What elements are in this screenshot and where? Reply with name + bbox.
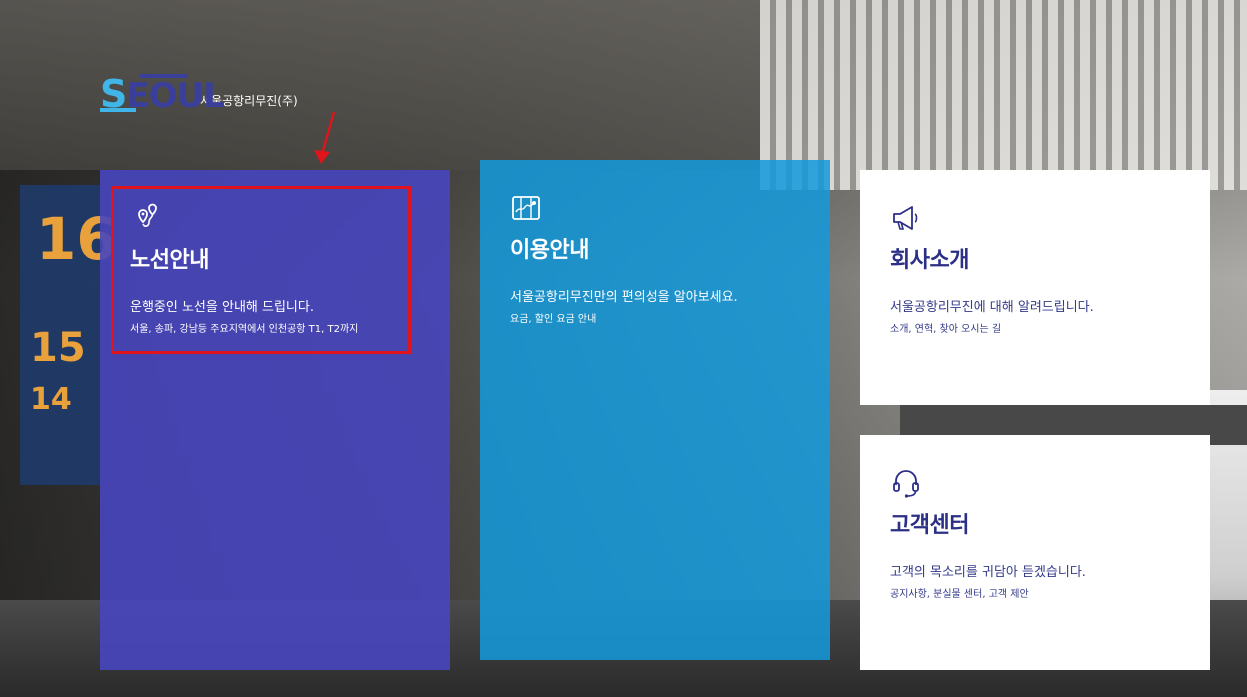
card-title: 이용안내 [510, 238, 589, 263]
logo-underline [100, 108, 136, 112]
route-pin-icon [138, 203, 157, 227]
megaphone-icon [893, 206, 918, 230]
map-icon [512, 196, 540, 220]
platform-number: 14 [30, 382, 72, 417]
site-logo[interactable]: SEOUL 서울공항리무진(주) [100, 72, 298, 114]
card-customer-center[interactable]: 고객센터 고객의 목소리를 귀담아 듣겠습니다. 공지사항, 분실물 센터, 고… [860, 435, 1210, 670]
card-subtext: 공지사항, 분실물 센터, 고객 제안 [890, 589, 1029, 600]
card-title: 노선안내 [130, 248, 209, 273]
card-title: 회사소개 [890, 248, 969, 273]
card-description: 서울공항리무진에 대해 알려드립니다. [890, 300, 1094, 315]
card-description: 서울공항리무진만의 편의성을 알아보세요. [510, 290, 738, 305]
card-subtext: 소개, 연혁, 찾아 오시는 길 [890, 324, 1002, 335]
card-title: 고객센터 [890, 513, 969, 538]
card-description: 운행중인 노선을 안내해 드립니다. [130, 300, 314, 315]
building-slats [760, 0, 1247, 190]
arrow-pointer-icon [314, 111, 336, 164]
card-route-guide[interactable]: 노선안내 운행중인 노선을 안내해 드립니다. 서울, 송파, 강남등 주요지역… [100, 170, 450, 670]
card-company-intro[interactable]: 회사소개 서울공항리무진에 대해 알려드립니다. 소개, 연혁, 찾아 오시는 … [860, 170, 1210, 405]
platform-number: 15 [30, 325, 86, 371]
card-usage-guide[interactable]: 이용안내 서울공항리무진만의 편의성을 알아보세요. 요금, 할인 요금 안내 [480, 160, 830, 660]
card-subtext: 서울, 송파, 강남등 주요지역에서 인천공항 T1, T2까지 [130, 324, 359, 335]
headset-icon [893, 470, 919, 498]
card-description: 고객의 목소리를 귀담아 듣겠습니다. [890, 565, 1086, 580]
logo-mark: SEOUL [100, 74, 225, 114]
card-subtext: 요금, 할인 요금 안내 [510, 314, 597, 325]
